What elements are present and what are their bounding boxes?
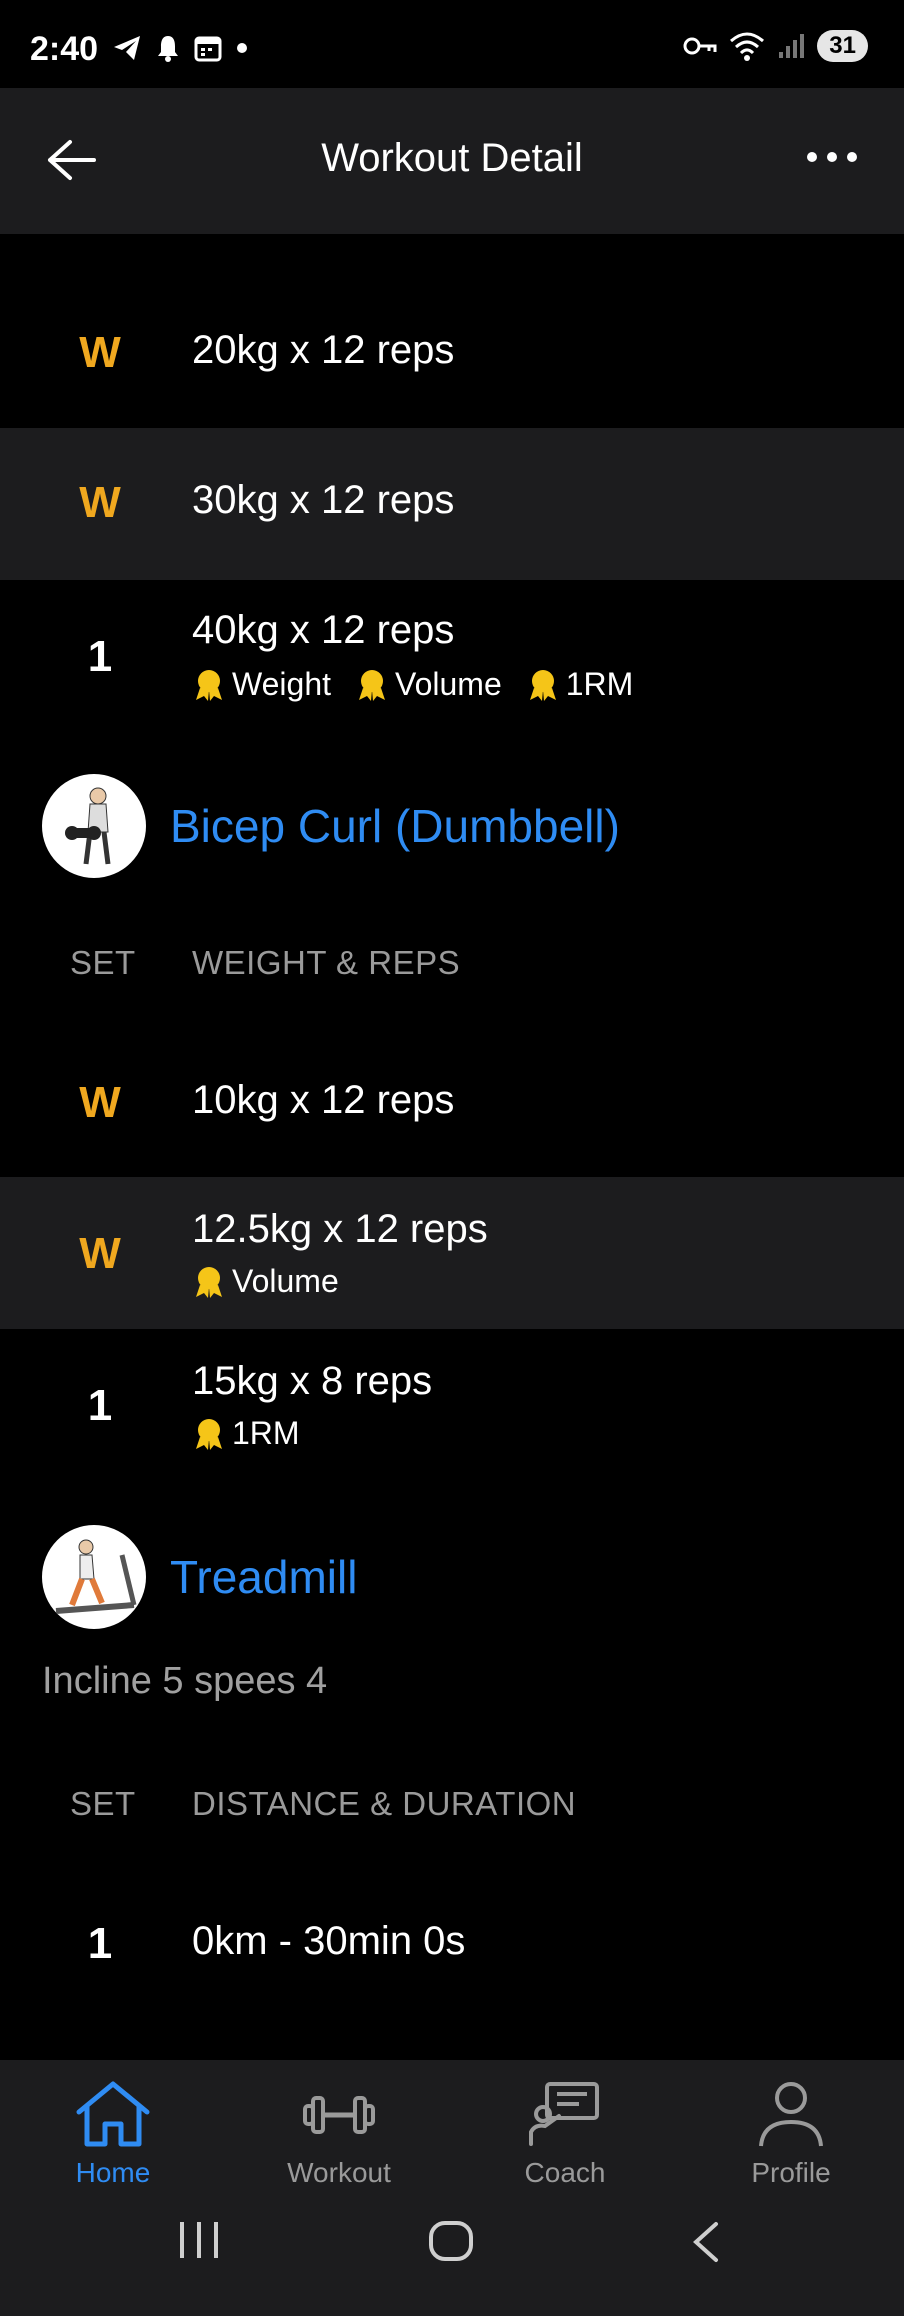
dumbbell-icon	[303, 2096, 375, 2134]
home-icon	[76, 2081, 150, 2147]
exercise-title: Bicep Curl (Dumbbell)	[170, 800, 620, 852]
status-notification-icons	[112, 34, 248, 62]
bell-icon	[158, 36, 178, 62]
set-type-label: W	[79, 1078, 121, 1127]
set-number-label: 1	[87, 1919, 113, 1968]
treadmill-figure-icon	[55, 1539, 137, 1614]
medal-icon	[529, 669, 556, 701]
set-weight-reps: 20kg x 12 reps	[192, 328, 455, 372]
set-weight-reps: 30kg x 12 reps	[192, 478, 455, 522]
badge-label: Volume	[395, 666, 502, 702]
calendar-icon	[194, 36, 222, 62]
exercise-header[interactable]: Bicep Curl (Dumbbell)	[42, 773, 620, 879]
record-badges: Weight Volume 1RM	[192, 666, 633, 703]
record-badge: Weight	[192, 666, 331, 703]
exercise-title: Treadmill	[170, 1551, 358, 1603]
app-header: Workout Detail	[0, 88, 904, 234]
record-badge: Volume	[192, 1263, 339, 1300]
medal-icon	[359, 669, 386, 701]
exercise-header[interactable]: Treadmill	[42, 1524, 357, 1630]
nav-item-workout[interactable]: Workout	[264, 2078, 414, 2189]
record-badges: 1RM	[192, 1415, 300, 1452]
badge-label: 1RM	[232, 1415, 300, 1451]
recent-apps-icon	[180, 2222, 218, 2258]
exercise-thumbnail	[42, 1525, 146, 1629]
nav-item-coach[interactable]: Coach	[490, 2078, 640, 2189]
more-dots-icon	[807, 152, 857, 162]
profile-icon	[759, 2082, 823, 2147]
badge-label: Volume	[232, 1263, 339, 1299]
column-header-set: SET	[70, 1785, 136, 1822]
set-row: 1 15kg x 8 reps 1RM	[0, 1329, 904, 1481]
record-badge: Volume	[355, 666, 502, 703]
bottom-navigation: Home Workout Coach Profile	[0, 2060, 904, 2316]
exercise-thumbnail	[42, 774, 146, 878]
column-header-set: SET	[70, 944, 136, 981]
dot-icon	[237, 43, 247, 53]
more-options-button[interactable]	[806, 150, 858, 169]
home-system-button[interactable]	[428, 2220, 474, 2267]
set-row: 1 0km - 30min 0s	[0, 1867, 904, 2019]
set-weight-reps: 15kg x 8 reps	[192, 1359, 433, 1403]
coach-icon	[529, 2082, 599, 2146]
set-row: W 20kg x 12 reps	[0, 278, 904, 430]
system-back-button[interactable]	[688, 2220, 722, 2269]
set-weight-reps: 10kg x 12 reps	[192, 1078, 455, 1122]
nav-item-home[interactable]: Home	[38, 2078, 188, 2189]
battery-indicator: 31	[817, 30, 868, 62]
medal-icon	[196, 669, 222, 701]
recent-apps-button[interactable]	[176, 2220, 222, 2265]
set-type-label: W	[79, 1229, 121, 1278]
nav-label: Profile	[751, 2157, 831, 2188]
exercise-note: Incline 5 spees 4	[42, 1660, 328, 1702]
nav-label: Coach	[524, 2157, 606, 2188]
set-distance-duration: 0km - 30min 0s	[192, 1919, 466, 1963]
medal-icon	[196, 1266, 222, 1298]
set-row: 1 40kg x 12 reps Weight Volume 1RM	[0, 580, 904, 732]
set-row: W 30kg x 12 reps	[0, 428, 904, 580]
record-badge: 1RM	[192, 1415, 300, 1452]
nav-item-profile[interactable]: Profile	[716, 2078, 866, 2189]
record-badges: Volume	[192, 1263, 339, 1300]
telegram-icon	[114, 36, 140, 60]
page-title: Workout Detail	[321, 136, 583, 180]
vpn-key-icon	[683, 37, 717, 55]
medal-icon	[196, 1418, 222, 1450]
chevron-left-icon	[693, 2222, 718, 2262]
nav-label: Home	[75, 2157, 151, 2188]
set-row: W 12.5kg x 12 reps Volume	[0, 1177, 904, 1329]
nav-label: Workout	[287, 2157, 391, 2188]
set-type-label: W	[79, 478, 121, 527]
bicep-curl-figure-icon	[65, 787, 111, 865]
set-row: W 10kg x 12 reps	[0, 1026, 904, 1178]
set-type-label: W	[79, 328, 121, 377]
status-time: 2:40	[30, 30, 99, 68]
set-number-label: 1	[87, 632, 113, 681]
home-circle-icon	[429, 2221, 473, 2261]
wifi-icon	[730, 32, 765, 61]
column-header-weight-reps: WEIGHT & REPS	[192, 944, 461, 981]
set-number-label: 1	[87, 1381, 113, 1430]
signal-icon	[779, 34, 805, 58]
set-weight-reps: 12.5kg x 12 reps	[192, 1207, 488, 1251]
set-weight-reps: 40kg x 12 reps	[192, 608, 455, 652]
status-bar: 2:40 31	[0, 0, 904, 88]
badge-label: 1RM	[565, 666, 634, 702]
record-badge: 1RM	[526, 666, 634, 703]
column-header-distance-duration: DISTANCE & DURATION	[192, 1785, 577, 1822]
badge-label: Weight	[232, 666, 332, 702]
